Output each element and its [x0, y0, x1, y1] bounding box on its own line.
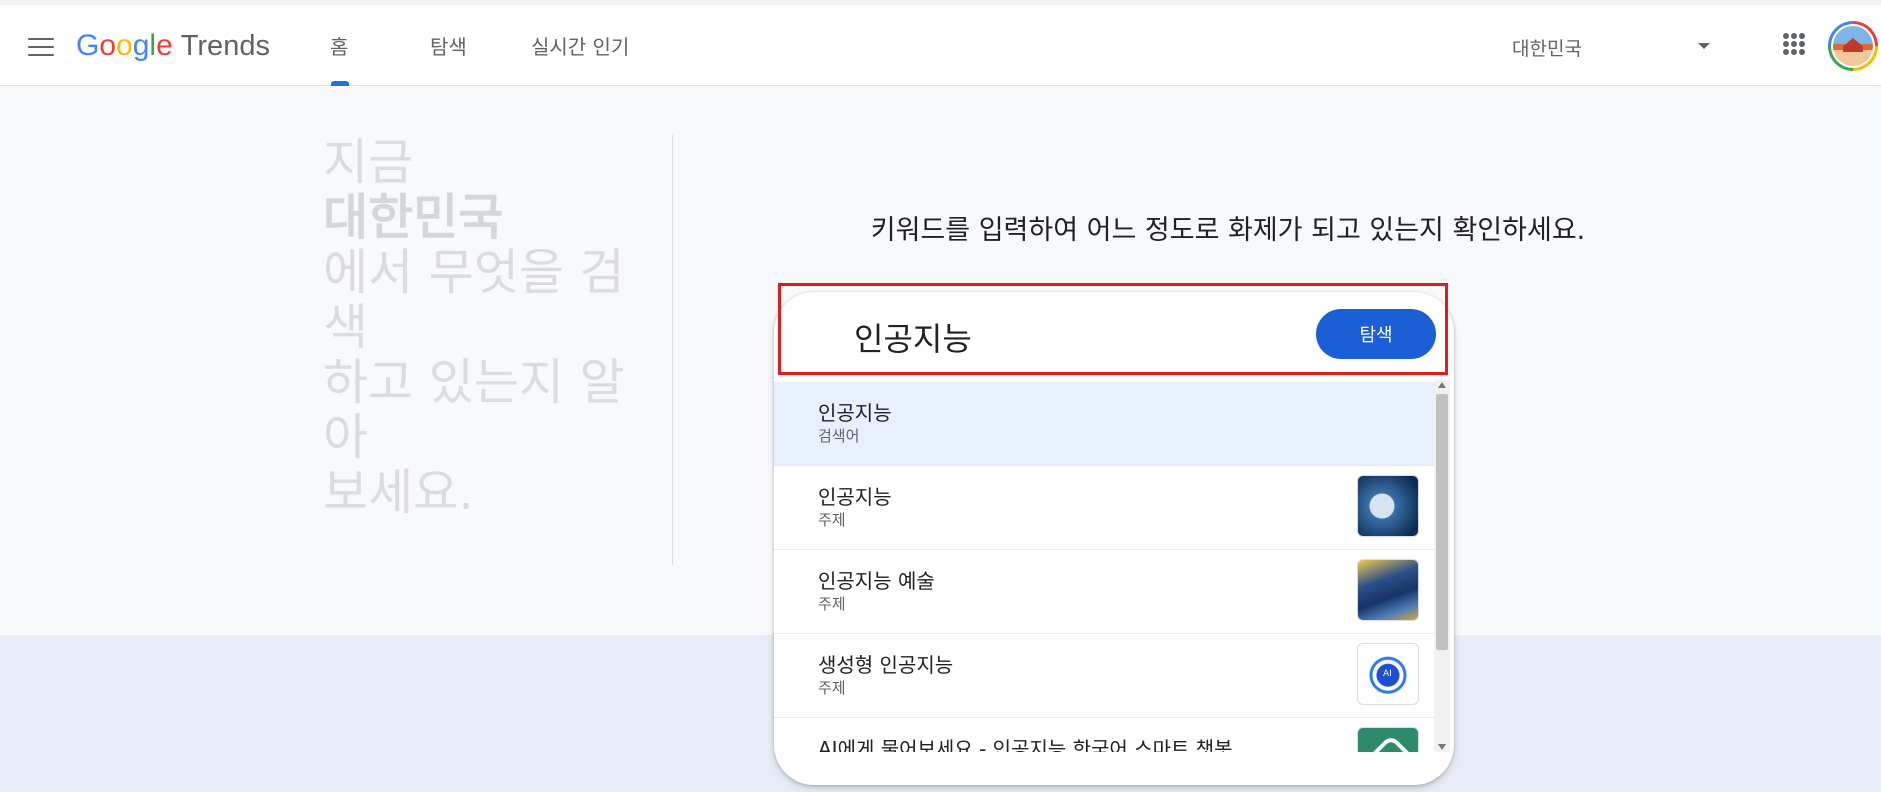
logo-letter: o: [99, 29, 117, 62]
logo-product-name: Trends: [180, 30, 270, 62]
avatar-image: [1833, 26, 1873, 66]
scroll-down-arrow-icon[interactable]: [1438, 744, 1446, 750]
suggestion-title: 생성형 인공지능: [818, 653, 954, 677]
explore-button[interactable]: 탐색: [1316, 309, 1436, 359]
hero-line: 지금: [323, 134, 414, 191]
hero-headline: 지금 대한민국 에서 무엇을 검색 하고 있는지 알아 보세요.: [323, 135, 663, 520]
chatbot-app-icon: [1357, 727, 1419, 752]
suggestion-item[interactable]: AI에게 물어보세요 - 인공지능 한국어 스마트 챗봇: [774, 718, 1434, 752]
hamburger-menu-icon[interactable]: [28, 38, 54, 58]
suggestion-item[interactable]: 인공지능 검색어: [774, 382, 1434, 466]
suggestion-scrollbar[interactable]: [1434, 380, 1450, 752]
suggestion-type: 검색어: [818, 427, 860, 445]
tab-home[interactable]: 홈: [330, 31, 348, 60]
hero-divider: [672, 135, 673, 565]
suggestion-title: AI에게 물어보세요 - 인공지능 한국어 스마트 챗봇: [818, 737, 1233, 752]
hero-line: 에서 무엇을 검색: [323, 244, 625, 356]
apps-grid-icon[interactable]: [1783, 33, 1805, 55]
country-select-value: 대한민국: [1512, 38, 1582, 60]
active-tab-indicator: [331, 81, 349, 86]
google-trends-logo[interactable]: Google Trends: [76, 29, 270, 65]
logo-letter: o: [116, 29, 133, 62]
suggestion-type: 주제: [818, 595, 846, 613]
ai-diagram-thumbnail: [1357, 643, 1419, 705]
suggestion-type: 주제: [818, 511, 846, 529]
tab-explore[interactable]: 탐색: [430, 31, 467, 60]
suggestion-item[interactable]: 생성형 인공지능 주제: [774, 634, 1434, 718]
caret-down-icon: [1698, 43, 1710, 49]
hero-line: 하고 있는지 알아: [323, 354, 625, 466]
scrollbar-thumb[interactable]: [1436, 394, 1448, 650]
suggestion-title: 인공지능: [818, 485, 892, 509]
suggestion-item[interactable]: 인공지능 예술 주제: [774, 550, 1434, 634]
suggestion-list: 인공지능 검색어 인공지능 주제 인공지능 예술 주제 생성형 인공지능 주제 …: [774, 382, 1434, 752]
account-avatar[interactable]: [1828, 21, 1878, 71]
logo-letter: g: [132, 29, 150, 62]
suggestion-type: 주제: [818, 679, 846, 697]
scroll-up-arrow-icon[interactable]: [1438, 382, 1446, 388]
logo-letter: l: [149, 29, 157, 62]
robot-face-thumbnail: [1357, 475, 1419, 537]
country-select[interactable]: 대한민국: [1512, 29, 1718, 65]
logo-letter: e: [156, 29, 173, 62]
starry-night-thumbnail: [1357, 559, 1419, 621]
hero-country: 대한민국: [323, 189, 504, 246]
search-input[interactable]: [854, 312, 1274, 362]
suggestion-item[interactable]: 인공지능 주제: [774, 466, 1434, 550]
app-header: Google Trends 홈 탐색 실시간 인기 대한민국: [0, 5, 1881, 86]
tab-trending-now[interactable]: 실시간 인기: [531, 31, 629, 60]
logo-letter: G: [76, 29, 100, 62]
suggestion-title: 인공지능: [818, 401, 892, 425]
search-card: 탐색 인공지능 검색어 인공지능 주제 인공지능 예술 주제 생성형 인공지능 …: [774, 292, 1454, 785]
hero-line: 보세요.: [323, 464, 474, 521]
search-prompt: 키워드를 입력하여 어느 정도로 화제가 되고 있는지 확인하세요.: [870, 215, 1586, 246]
suggestion-title: 인공지능 예술: [818, 569, 935, 593]
